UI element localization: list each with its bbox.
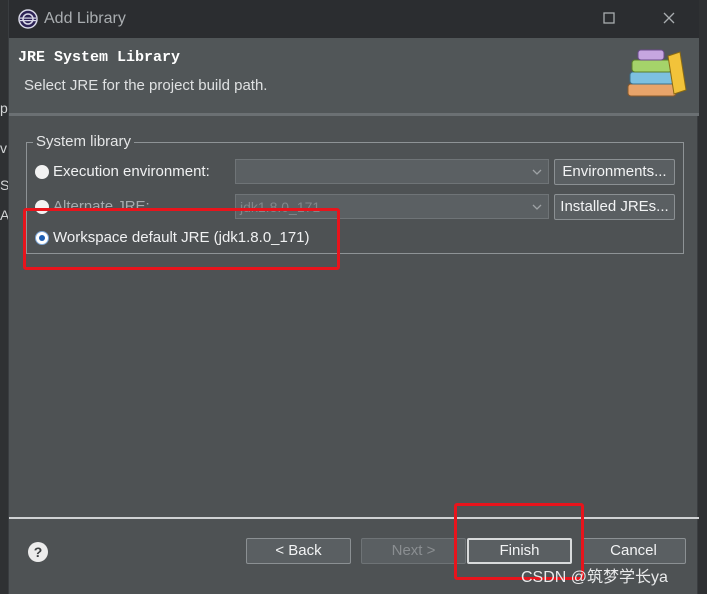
execution-environment-radio[interactable] xyxy=(35,165,49,179)
bg-fragment-p: p xyxy=(0,100,8,116)
environments-button[interactable]: Environments... xyxy=(554,159,675,185)
watermark-text: CSDN @筑梦学长ya xyxy=(521,569,668,586)
maximize-icon[interactable] xyxy=(599,8,619,28)
installed-jres-button[interactable]: Installed JREs... xyxy=(554,194,675,220)
footer-separator xyxy=(9,517,699,519)
back-button[interactable]: < Back xyxy=(246,538,351,564)
help-icon[interactable]: ? xyxy=(27,541,49,563)
execution-environment-combo[interactable] xyxy=(235,159,549,184)
library-books-icon xyxy=(627,49,687,97)
chevron-down-icon xyxy=(532,204,542,210)
window-title: Add Library xyxy=(44,10,126,27)
cancel-button[interactable]: Cancel xyxy=(581,538,686,564)
wizard-header: JRE System Library Select JRE for the pr… xyxy=(9,38,699,113)
highlight-box-workspace-jre xyxy=(23,208,340,270)
close-icon[interactable] xyxy=(659,8,679,28)
bg-fragment-v: v xyxy=(0,140,7,156)
system-library-label: System library xyxy=(33,133,135,150)
svg-text:?: ? xyxy=(34,544,43,560)
wizard-subtitle: Select JRE for the project build path. xyxy=(24,77,268,94)
header-separator xyxy=(9,113,699,116)
add-library-dialog: Add Library JRE System Library Select JR… xyxy=(8,0,699,594)
execution-environment-label: Execution environment: xyxy=(53,163,210,180)
wizard-title: JRE System Library xyxy=(18,49,181,66)
eclipse-app-icon xyxy=(18,9,38,29)
next-button[interactable]: Next > xyxy=(361,538,466,564)
chevron-down-icon xyxy=(532,169,542,175)
title-bar: Add Library xyxy=(9,0,699,38)
